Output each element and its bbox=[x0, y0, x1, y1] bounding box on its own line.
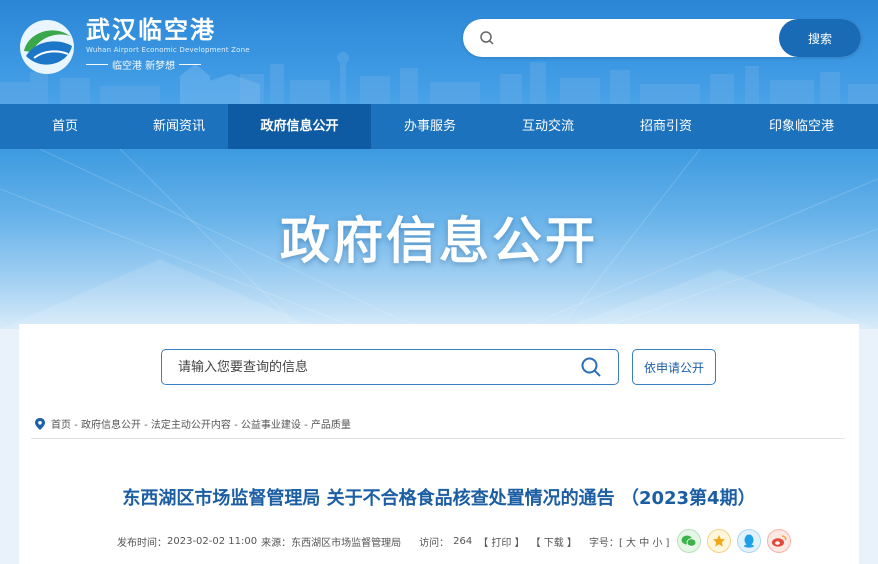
nav-item-gov-info[interactable]: 政府信息公开 bbox=[228, 104, 371, 149]
breadcrumb-path[interactable]: 首页 - 政府信息公开 - 法定主动公开内容 - 公益事业建设 - 产品质量 bbox=[51, 416, 351, 431]
banner-title: 政府信息公开 bbox=[280, 212, 598, 270]
nav-item-impression[interactable]: 印象临空港 bbox=[725, 104, 878, 149]
wechat-icon[interactable] bbox=[677, 529, 702, 553]
source-label: 来源： bbox=[261, 537, 292, 549]
site-search-button[interactable]: 搜索 bbox=[779, 19, 861, 57]
source-value: 东西湖区市场监督管理局 bbox=[291, 537, 402, 549]
content-panel: 依申请公开 首页 - 政府信息公开 - 法定主动公开内容 - 公益事业建设 - … bbox=[19, 324, 859, 564]
search-icon bbox=[480, 31, 494, 45]
apply-disclosure-button[interactable]: 依申请公开 bbox=[632, 349, 716, 385]
divider bbox=[31, 438, 845, 439]
visits-label: 访问： bbox=[419, 537, 450, 549]
nav-item-news[interactable]: 新闻资讯 bbox=[130, 104, 228, 149]
site-logo-icon[interactable] bbox=[18, 18, 76, 76]
weibo-icon[interactable] bbox=[767, 529, 792, 553]
nav-item-investment[interactable]: 招商引资 bbox=[607, 104, 725, 149]
page-banner: 政府信息公开 bbox=[0, 149, 878, 329]
location-pin-icon bbox=[35, 417, 45, 430]
qq-icon[interactable] bbox=[737, 529, 762, 553]
site-search-box: 搜索 bbox=[463, 19, 861, 57]
site-search-input[interactable] bbox=[503, 27, 823, 49]
nav-item-services[interactable]: 办事服务 bbox=[371, 104, 489, 149]
breadcrumb: 首页 - 政府信息公开 - 法定主动公开内容 - 公益事业建设 - 产品质量 bbox=[35, 416, 351, 431]
logo-slogan: 临空港 新梦想 bbox=[86, 57, 250, 72]
logo-english-name: Wuhan Airport Economic Development Zone bbox=[86, 46, 250, 54]
font-size-label: 字号： bbox=[588, 537, 619, 549]
print-link[interactable]: 【 打印 】 bbox=[478, 534, 524, 549]
site-header: 武汉临空港 Wuhan Airport Economic Development… bbox=[0, 0, 878, 104]
share-buttons bbox=[677, 529, 792, 553]
info-search-input[interactable] bbox=[178, 357, 558, 377]
font-size-options[interactable]: [ 大 中 小 ] bbox=[619, 534, 670, 549]
article-title: 东西湖区市场监督管理局 关于不合格食品核查处置情况的通告 （2023第4期） bbox=[122, 488, 756, 509]
star-icon[interactable] bbox=[707, 529, 732, 553]
logo-chinese-name: 武汉临空港 bbox=[86, 16, 216, 44]
main-nav: 首页 新闻资讯 政府信息公开 办事服务 互动交流 招商引资 印象临空港 bbox=[0, 104, 878, 149]
nav-item-interaction[interactable]: 互动交流 bbox=[489, 104, 607, 149]
visits-count: 264 bbox=[453, 535, 473, 547]
search-icon[interactable] bbox=[580, 356, 602, 378]
logo-text: 武汉临空港 Wuhan Airport Economic Development… bbox=[86, 16, 250, 72]
publish-label: 发布时间： bbox=[117, 537, 167, 549]
download-link[interactable]: 【 下载 】 bbox=[531, 534, 577, 549]
publish-time: 2023-02-02 11:00 bbox=[167, 535, 258, 547]
article-meta: 发布时间： 2023-02-02 11:00 来源： 东西湖区市场监督管理局 访… bbox=[117, 528, 792, 554]
nav-item-home[interactable]: 首页 bbox=[0, 104, 130, 149]
info-search-box bbox=[161, 349, 619, 385]
